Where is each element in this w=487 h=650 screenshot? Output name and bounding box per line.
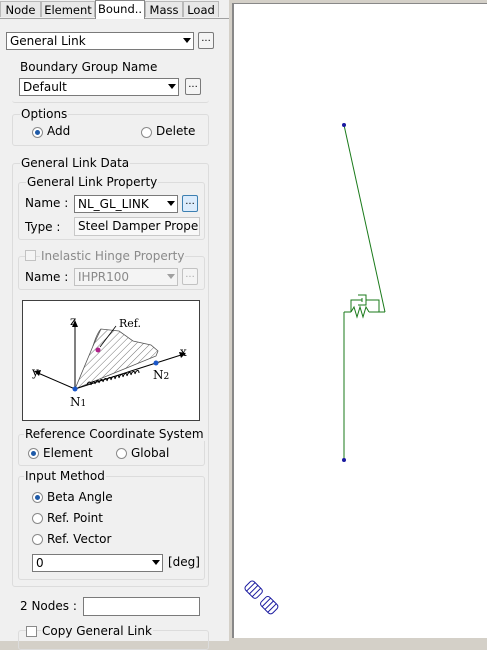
axis-x-label: x [180,345,187,359]
ref-coord-element-radio[interactable] [28,448,39,459]
options-label: Options [20,107,69,121]
input-refvector-label[interactable]: Ref. Vector [47,532,111,546]
view-orientation-icon[interactable] [244,582,292,630]
hinge-name-label: Name : [25,270,69,284]
input-refpoint-label[interactable]: Ref. Point [47,511,103,525]
input-beta-label[interactable]: Beta Angle [47,490,113,504]
input-refvector-radio[interactable] [32,534,43,545]
hinge-checkbox[interactable] [25,250,36,261]
nodes-input[interactable] [83,597,200,616]
axis-z-label: z [70,314,77,328]
option-delete-label[interactable]: Delete [156,124,195,138]
model-viewport[interactable] [232,3,487,638]
chevron-down-icon [152,560,160,565]
beta-angle-input[interactable]: 0 [32,554,163,572]
tab-boundary[interactable]: Bound.. [95,0,145,19]
ref-point-label: Ref. [119,317,141,330]
node-n1-label: N1 [70,395,86,409]
hinge-name-value: IHPR100 [78,270,130,284]
angle-unit-label: [deg] [168,555,200,569]
copy-checkbox[interactable] [26,626,37,637]
command-more-button[interactable]: ... [198,32,214,49]
tab-mass[interactable]: Mass [145,1,183,17]
boundary-group-select[interactable]: Default [19,78,179,96]
input-beta-radio[interactable] [32,492,43,503]
axis-y-label: y [32,365,39,379]
node-n2-letter: N [153,368,164,382]
hinge-name-select[interactable]: IHPR100 [74,268,178,286]
link-data-label: General Link Data [20,156,131,170]
link-type-field: Steel Damper Propert [74,217,200,236]
tab-load[interactable]: Load [183,1,219,17]
link-name-select[interactable]: NL_GL_LINK [74,195,178,213]
node-n2-label: N2 [153,368,169,382]
axis-diagram-graphic [34,320,186,392]
node-n1-letter: N [70,395,81,409]
beta-angle-value: 0 [36,556,44,570]
option-add-label[interactable]: Add [47,124,70,138]
command-select[interactable]: General Link [6,32,194,50]
hinge-more-button[interactable]: ... [182,268,198,285]
command-select-value: General Link [10,34,86,48]
tab-scroll-area [219,1,229,17]
chevron-down-icon [183,38,191,43]
boundary-group-more-button[interactable]: ... [185,78,201,95]
model-view-graphic [244,123,386,615]
copy-label[interactable]: Copy General Link [41,624,153,638]
link-property-label: General Link Property [26,175,159,189]
input-method-label: Input Method [24,469,106,483]
link-name-label: Name : [25,196,69,210]
option-add-radio[interactable] [32,127,43,138]
boundary-group-label: Boundary Group Name [20,60,158,74]
ref-coord-label: Reference Coordinate System [24,427,205,441]
ref-coord-global-radio[interactable] [116,448,127,459]
link-name-more-button[interactable]: ... [182,195,198,212]
input-refpoint-radio[interactable] [32,513,43,524]
ref-coord-global-label[interactable]: Global [131,446,169,460]
tab-bar: Node Element Bound.. Mass Load [0,0,229,19]
chevron-down-icon [167,274,175,279]
hinge-label: Inelastic Hinge Property [40,249,186,263]
tab-node[interactable]: Node [0,1,41,17]
link-type-label: Type : [25,220,61,234]
link-name-value: NL_GL_LINK [78,197,149,211]
node-n2-subscript: 2 [163,372,170,382]
link-axis-diagram: z Ref. x y N2 N1 [22,300,200,421]
tab-element[interactable]: Element [41,1,95,17]
option-delete-radio[interactable] [141,127,152,138]
node-n1-subscript: 1 [80,399,87,409]
ref-coord-element-label[interactable]: Element [43,446,93,460]
chevron-down-icon [167,201,175,206]
boundary-group-value: Default [23,80,67,94]
chevron-down-icon [168,84,176,89]
nodes-label: 2 Nodes : [20,599,77,613]
